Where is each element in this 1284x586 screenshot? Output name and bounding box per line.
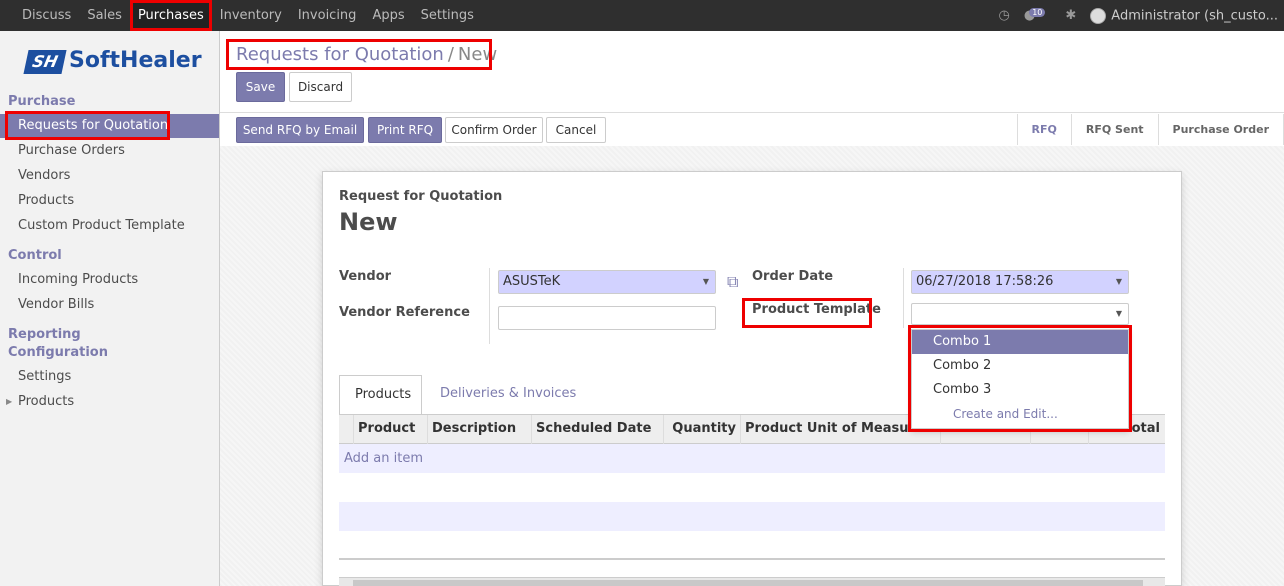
table-row (339, 502, 1165, 531)
top-navbar: Discuss Sales Purchases Inventory Invoic… (0, 0, 1284, 31)
menu-discuss[interactable]: Discuss (14, 0, 79, 31)
vendor-value: ASUSTeK (503, 274, 561, 289)
dropdown-option-combo-3[interactable]: Combo 3 (912, 378, 1128, 402)
tab-products[interactable]: Products (339, 375, 422, 415)
vendor-label: Vendor (339, 269, 392, 284)
sidebar-item-products[interactable]: Products (0, 189, 219, 213)
page-title: New (339, 208, 398, 236)
sidebar-item-purchase-orders[interactable]: Purchase Orders (0, 139, 219, 163)
sidebar-item-vendors[interactable]: Vendors (0, 164, 219, 188)
breadcrumb: Requests for Quotation / New (236, 44, 497, 65)
discard-button[interactable]: Discard (289, 72, 352, 102)
order-date-field[interactable]: 06/27/2018 17:58:26 ▼ (911, 270, 1129, 294)
logo-text: SoftHealer (69, 48, 202, 73)
chevron-down-icon[interactable]: ▼ (703, 271, 709, 293)
horizontal-scrollbar[interactable] (339, 577, 1165, 586)
sidebar-item-settings[interactable]: Settings (0, 365, 219, 389)
chat-icon[interactable]: ●10 (1024, 8, 1052, 23)
table-row (339, 473, 1165, 502)
sidebar-item-requests-for-quotation[interactable]: Requests for Quotation (0, 114, 219, 138)
print-rfq-button[interactable]: Print RFQ (368, 117, 442, 143)
dropdown-option-combo-2[interactable]: Combo 2 (912, 354, 1128, 378)
column-scheduled-date[interactable]: Scheduled Date (531, 415, 663, 444)
table-row (339, 531, 1165, 560)
vendor-field[interactable]: ASUSTeK ▼ (498, 270, 716, 294)
menu-invoicing[interactable]: Invoicing (290, 0, 365, 31)
menu-sales[interactable]: Sales (79, 0, 130, 31)
status-bar: RFQ RFQ Sent Purchase Order (1016, 114, 1284, 145)
breadcrumb-separator: / (447, 44, 454, 65)
send-rfq-by-email-button[interactable]: Send RFQ by Email (236, 117, 364, 143)
app-menu: Discuss Sales Purchases Inventory Invoic… (14, 0, 482, 31)
vendor-reference-input[interactable] (498, 306, 716, 330)
logo-mark: SH (23, 50, 67, 74)
confirm-order-button[interactable]: Confirm Order (445, 117, 543, 143)
user-name: Administrator (sh_custo... (1111, 8, 1278, 23)
product-template-field[interactable]: ▼ (911, 303, 1129, 325)
menu-inventory[interactable]: Inventory (212, 0, 290, 31)
column-description[interactable]: Description (427, 415, 531, 444)
table-row: Add an item (339, 444, 1165, 473)
message-count-badge: 10 (1029, 8, 1046, 17)
dropdown-option-combo-1[interactable]: Combo 1 (912, 330, 1128, 354)
status-rfq[interactable]: RFQ (1018, 114, 1072, 145)
cancel-button[interactable]: Cancel (546, 117, 606, 143)
sidebar-section-reporting[interactable]: Reporting (8, 327, 81, 342)
external-link-icon[interactable]: ⧉ (727, 272, 747, 291)
add-item-link[interactable]: Add an item (339, 444, 1165, 473)
save-button[interactable]: Save (236, 72, 285, 102)
menu-settings[interactable]: Settings (413, 0, 482, 31)
sidebar-section-purchase: Purchase (8, 94, 76, 109)
divider (903, 268, 904, 328)
column-quantity[interactable]: Quantity (663, 415, 740, 444)
column-product[interactable]: Product (353, 415, 427, 444)
sidebar-item-custom-product-template[interactable]: Custom Product Template (0, 214, 219, 238)
sidebar-section-control: Control (8, 248, 62, 263)
status-rfq-sent[interactable]: RFQ Sent (1072, 114, 1159, 145)
breadcrumb-parent[interactable]: Requests for Quotation (236, 44, 444, 65)
divider (489, 268, 490, 344)
vendor-reference-label: Vendor Reference (339, 305, 470, 320)
scrollbar-thumb[interactable] (353, 580, 1143, 586)
sidebar-item-incoming-products[interactable]: Incoming Products (0, 268, 219, 292)
product-template-dropdown: Combo 1 Combo 2 Combo 3 Create and Edit.… (911, 329, 1129, 429)
divider (220, 112, 1284, 113)
breadcrumb-current: New (457, 44, 498, 65)
user-menu[interactable]: Administrator (sh_custo... (1090, 7, 1278, 24)
status-purchase-order[interactable]: Purchase Order (1159, 114, 1284, 145)
menu-purchases[interactable]: Purchases (129, 0, 212, 31)
create-and-edit-link[interactable]: Create and Edit... (912, 402, 1128, 426)
sidebar-item-config-products[interactable]: Products (0, 390, 219, 414)
chevron-down-icon[interactable]: ▼ (1116, 303, 1122, 325)
sidebar-item-vendor-bills[interactable]: Vendor Bills (0, 293, 219, 317)
menu-apps[interactable]: Apps (364, 0, 412, 31)
product-template-label: Product Template (752, 302, 881, 317)
column-product-unit-of-measure[interactable]: Product Unit of Measure (740, 415, 940, 444)
order-date-value: 06/27/2018 17:58:26 (916, 274, 1054, 289)
document-type-label: Request for Quotation (339, 189, 503, 204)
avatar (1090, 7, 1107, 24)
company-logo: SH SoftHealer (23, 48, 202, 79)
systray: ◷ ●10 ✱ Administrator (sh_custo... (999, 0, 1284, 31)
clock-icon[interactable]: ◷ (999, 8, 1010, 23)
bug-icon[interactable]: ✱ (1065, 8, 1076, 23)
sidebar-section-configuration: Configuration (8, 345, 108, 360)
tab-deliveries-invoices[interactable]: Deliveries & Invoices (425, 375, 591, 415)
chevron-down-icon[interactable]: ▼ (1116, 271, 1122, 293)
order-date-label: Order Date (752, 269, 834, 284)
